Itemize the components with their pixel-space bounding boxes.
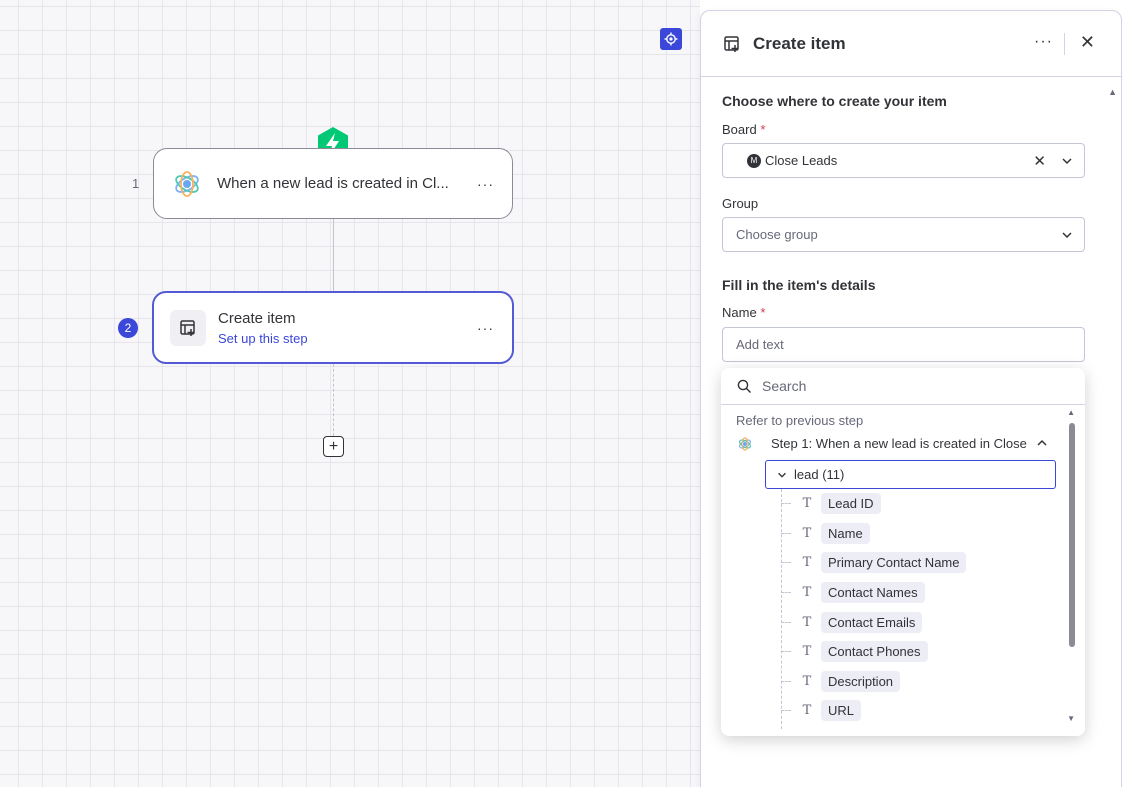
list-item[interactable]: T Contact Names: [781, 581, 925, 603]
header-divider: [1064, 33, 1065, 55]
field-chip: Primary Contact Name: [821, 551, 967, 573]
panel-scroll-up-icon[interactable]: ▲: [1108, 87, 1117, 97]
workflow-canvas[interactable]: [0, 0, 700, 787]
section-where-title: Choose where to create your item: [722, 93, 947, 109]
trigger-more-menu[interactable]: ···: [477, 176, 494, 192]
lead-group-row[interactable]: lead (11): [765, 460, 1056, 489]
action-node[interactable]: Create item Set up this step ···: [152, 291, 514, 364]
name-placeholder: Add text: [736, 337, 784, 352]
chevron-down-icon: [778, 472, 786, 478]
refer-label: Refer to previous step: [736, 413, 864, 428]
board-avatar: M: [747, 153, 761, 168]
step-number: 1: [132, 176, 140, 191]
close-crm-logo-icon: [738, 436, 752, 451]
text-type-icon: T: [802, 525, 812, 541]
group-placeholder: Choose group: [736, 227, 818, 242]
text-type-icon: T: [802, 554, 812, 570]
chevron-down-icon[interactable]: [1060, 228, 1074, 242]
name-label: Name *: [722, 305, 766, 320]
text-type-icon: T: [802, 673, 812, 689]
name-input[interactable]: Add text: [722, 327, 1085, 362]
field-chip: Contact Emails: [821, 611, 923, 633]
field-chip: Contact Phones: [821, 640, 928, 662]
scroll-up-icon[interactable]: ▲: [1067, 408, 1075, 417]
close-crm-logo-icon: [175, 170, 199, 197]
board-select[interactable]: M Close Leads ✕: [722, 143, 1085, 178]
trigger-node[interactable]: When a new lead is created in Cl... ···: [153, 148, 513, 219]
list-item[interactable]: T Name: [781, 522, 870, 544]
field-chip: URL: [821, 699, 862, 721]
add-step-button[interactable]: +: [323, 436, 344, 457]
lead-group-label: lead (11): [794, 467, 845, 482]
connector-line: [333, 219, 334, 291]
panel-title: Create item: [753, 33, 846, 53]
field-chip: Lead ID: [821, 492, 881, 514]
section-details-title: Fill in the item's details: [722, 277, 876, 293]
setup-step-link[interactable]: Set up this step: [218, 331, 308, 346]
list-item[interactable]: T Contact Emails: [781, 611, 923, 633]
list-item[interactable]: T Lead ID: [781, 492, 881, 514]
dropdown-scrollbar[interactable]: [1069, 423, 1075, 647]
connector-line-dashed: [333, 364, 334, 436]
chevron-down-icon[interactable]: [1060, 154, 1074, 168]
field-chip: Contact Names: [821, 581, 925, 603]
create-item-icon-box: [170, 309, 206, 346]
board-value: Close Leads: [765, 153, 838, 168]
text-type-icon: T: [802, 643, 812, 659]
group-label: Group: [722, 196, 759, 211]
group-select[interactable]: Choose group: [722, 217, 1085, 252]
step-number-active: 2: [118, 318, 138, 338]
board-label: Board *: [722, 122, 766, 137]
text-type-icon: T: [802, 614, 812, 630]
search-icon: [737, 379, 751, 393]
panel-header: Create item ··· ✕: [701, 11, 1121, 77]
target-icon: [664, 32, 678, 46]
step-1-label: Step 1: When a new lead is created in Cl…: [771, 436, 1027, 451]
clear-board-icon[interactable]: ✕: [1033, 152, 1046, 170]
chevron-up-icon[interactable]: [1035, 436, 1049, 450]
dropdown-search: [721, 368, 1085, 405]
text-type-icon: T: [802, 584, 812, 600]
action-title: Create item: [218, 309, 296, 327]
create-item-icon: [180, 319, 195, 336]
field-chip: Description: [821, 670, 901, 692]
dynamic-value-dropdown: Refer to previous step Step 1: When a ne…: [721, 368, 1085, 736]
action-more-menu[interactable]: ···: [477, 320, 494, 336]
search-input[interactable]: [762, 378, 1042, 394]
list-item[interactable]: T Contact Phones: [781, 640, 928, 662]
step-1-row[interactable]: Step 1: When a new lead is created in Cl…: [738, 436, 1027, 451]
text-type-icon: T: [802, 702, 812, 718]
panel-more-button[interactable]: ···: [1034, 33, 1053, 51]
trigger-title: When a new lead is created in Cl...: [217, 175, 449, 192]
field-chip: Name: [821, 522, 870, 544]
recenter-button[interactable]: [660, 28, 682, 50]
text-type-icon: T: [802, 495, 812, 511]
create-item-icon: [724, 35, 739, 52]
list-item[interactable]: T URL: [781, 699, 862, 721]
scroll-down-icon[interactable]: ▼: [1067, 714, 1075, 723]
list-item[interactable]: T Description: [781, 670, 901, 692]
close-icon[interactable]: ✕: [1080, 32, 1095, 53]
list-item[interactable]: T Primary Contact Name: [781, 551, 967, 573]
